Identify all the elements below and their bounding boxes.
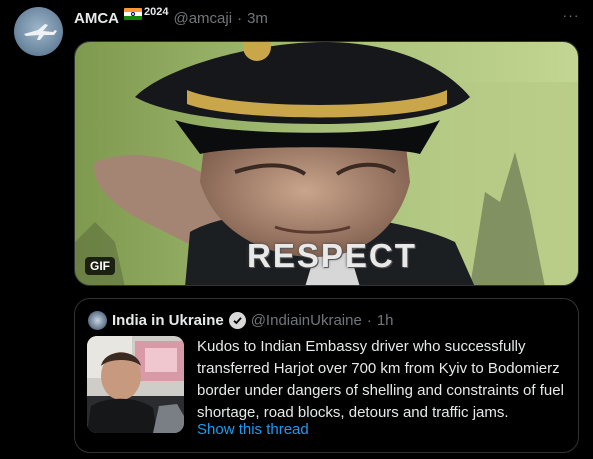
tweet-header: AMCA 2024 @amcaji · 3m: [74, 6, 583, 30]
tweet-timestamp[interactable]: 3m: [247, 10, 268, 27]
gif-media[interactable]: RESPECT GIF: [74, 41, 579, 286]
quoted-author-name: India in Ukraine: [112, 312, 224, 329]
more-options-button[interactable]: ···: [559, 7, 583, 25]
quoted-author-avatar: [88, 311, 107, 330]
quoted-tweet-thumbnail: [87, 336, 184, 433]
author-name-suffix: 2024: [144, 6, 169, 18]
verified-badge-icon: [228, 312, 246, 329]
quoted-author-handle: @IndiainUkraine: [250, 312, 362, 329]
quoted-tweet-header: India in Ukraine @IndiainUkraine · 1h: [88, 311, 394, 330]
gif-caption: RESPECT: [247, 237, 417, 274]
quoted-separator-dot: ·: [366, 312, 372, 329]
show-thread-link[interactable]: Show this thread: [197, 421, 309, 438]
author-display-name[interactable]: AMCA: [74, 10, 119, 27]
quoted-tweet[interactable]: India in Ukraine @IndiainUkraine · 1h Ku…: [74, 298, 579, 453]
jet-icon: [24, 24, 57, 40]
author-avatar[interactable]: [14, 7, 63, 56]
gif-badge: GIF: [85, 257, 115, 275]
author-handle[interactable]: @amcaji: [173, 10, 232, 27]
india-flag-icon: [124, 8, 142, 20]
quoted-tweet-text: Kudos to Indian Embassy driver who succe…: [197, 338, 564, 421]
separator-dot: ·: [237, 9, 243, 27]
quoted-timestamp: 1h: [376, 312, 394, 329]
